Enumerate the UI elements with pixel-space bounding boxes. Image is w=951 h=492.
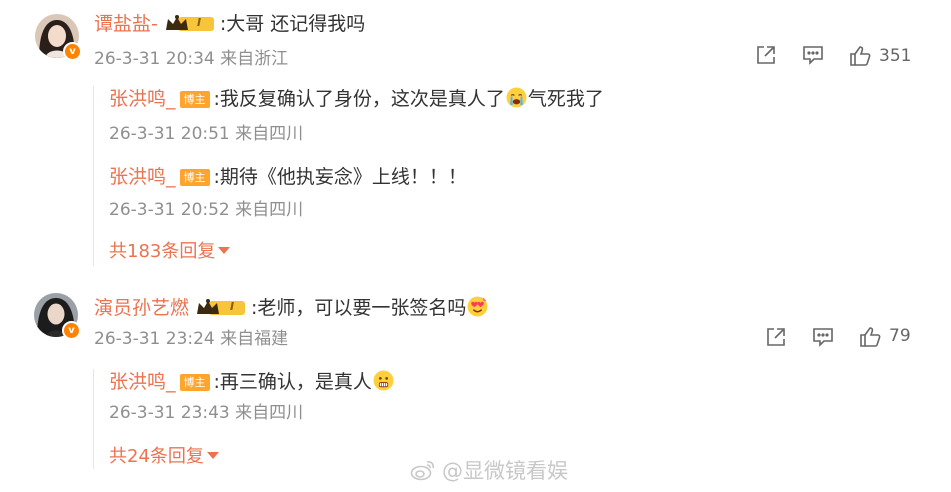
reply-time: 26-3-31 20:51 [109,124,230,144]
like-icon[interactable] [858,325,882,349]
more-replies-link[interactable]: 共24条回复 [109,445,219,469]
author-badge: 博主 [179,169,210,186]
vip-crown-icon [197,299,246,315]
reply-text: :期待《他执妄念》上线！！！ [213,166,467,188]
comment-icon[interactable] [811,325,835,349]
like-count: 79 [889,326,911,346]
comment-username[interactable]: 谭盐盐- [94,13,158,35]
caret-down-icon [218,247,231,254]
reply-text: :再三确认，是真人 [213,371,372,393]
more-replies-label: 共183条回复 [109,241,216,262]
share-icon[interactable] [764,325,788,349]
comment-meta: 26-3-31 20:34 来自浙江 [94,48,288,70]
author-badge: 博主 [179,374,210,391]
comment-icon[interactable] [801,43,825,67]
vip-level: I [230,300,235,313]
heart-eyes-face-icon [467,296,488,317]
reply-line: 张洪鸣_ 博主:期待《他执妄念》上线！！！ [109,164,467,190]
reply-location: 来自四川 [235,124,304,144]
comment-line: 谭盐盐- :大哥 还记得我吗 [94,11,365,37]
vip-crown-icon [165,15,214,31]
watermark: @显微镜看娱 [410,455,568,485]
watermark-text: @显微镜看娱 [442,459,568,483]
reply-meta: 26-3-31 23:43 来自四川 [109,402,303,424]
share-icon[interactable] [754,43,778,67]
comment-location: 来自浙江 [220,49,289,69]
caret-down-icon [206,452,219,459]
scared-face-icon [373,370,394,391]
avatar[interactable]: v [34,293,81,340]
more-replies-label: 共24条回复 [109,446,204,467]
reply-username[interactable]: 张洪鸣_ [109,371,176,393]
reply-meta: 26-3-31 20:52 来自四川 [109,199,303,221]
weibo-logo-icon [410,461,434,481]
avatar[interactable]: v [35,14,82,61]
verified-badge-icon: v [62,321,81,340]
comment-meta: 26-3-31 23:24 来自福建 [94,328,288,350]
reply-line: 张洪鸣_ 博主:我反复确认了身份，这次是真人了 气死我了 [109,86,604,112]
comment-text: :大哥 还记得我吗 [219,13,366,35]
comment-username[interactable]: 演员孙艺燃 [94,297,189,319]
reply-block [93,369,94,469]
author-badge: 博主 [179,91,210,108]
vip-level: I [197,16,202,29]
reply-meta: 26-3-31 20:51 来自四川 [109,123,303,145]
comment-time: 26-3-31 23:24 [94,329,215,349]
reply-time: 26-3-31 20:52 [109,200,230,220]
reply-block [93,86,94,266]
like-icon[interactable] [848,44,872,68]
comment-text: :老师，可以要一张签名吗 [251,297,467,319]
reply-username[interactable]: 张洪鸣_ [109,166,176,188]
reply-location: 来自四川 [235,200,304,220]
comment-line: 演员孙艺燃 :老师，可以要一张签名吗 [94,295,489,321]
verified-badge-icon: v [63,42,82,61]
comment-time: 26-3-31 20:34 [94,49,215,69]
reply-location: 来自四川 [235,403,304,423]
like-count: 351 [879,46,912,66]
more-replies-link[interactable]: 共183条回复 [109,240,231,264]
reply-text-tail: 气死我了 [527,88,604,110]
reply-line: 张洪鸣_ 博主:再三确认，是真人 [109,369,395,395]
reply-username[interactable]: 张洪鸣_ [109,88,176,110]
reply-time: 26-3-31 23:43 [109,403,230,423]
reply-text: :我反复确认了身份，这次是真人了 [213,88,505,110]
crying-face-icon [506,87,527,108]
comment-location: 来自福建 [220,329,289,349]
